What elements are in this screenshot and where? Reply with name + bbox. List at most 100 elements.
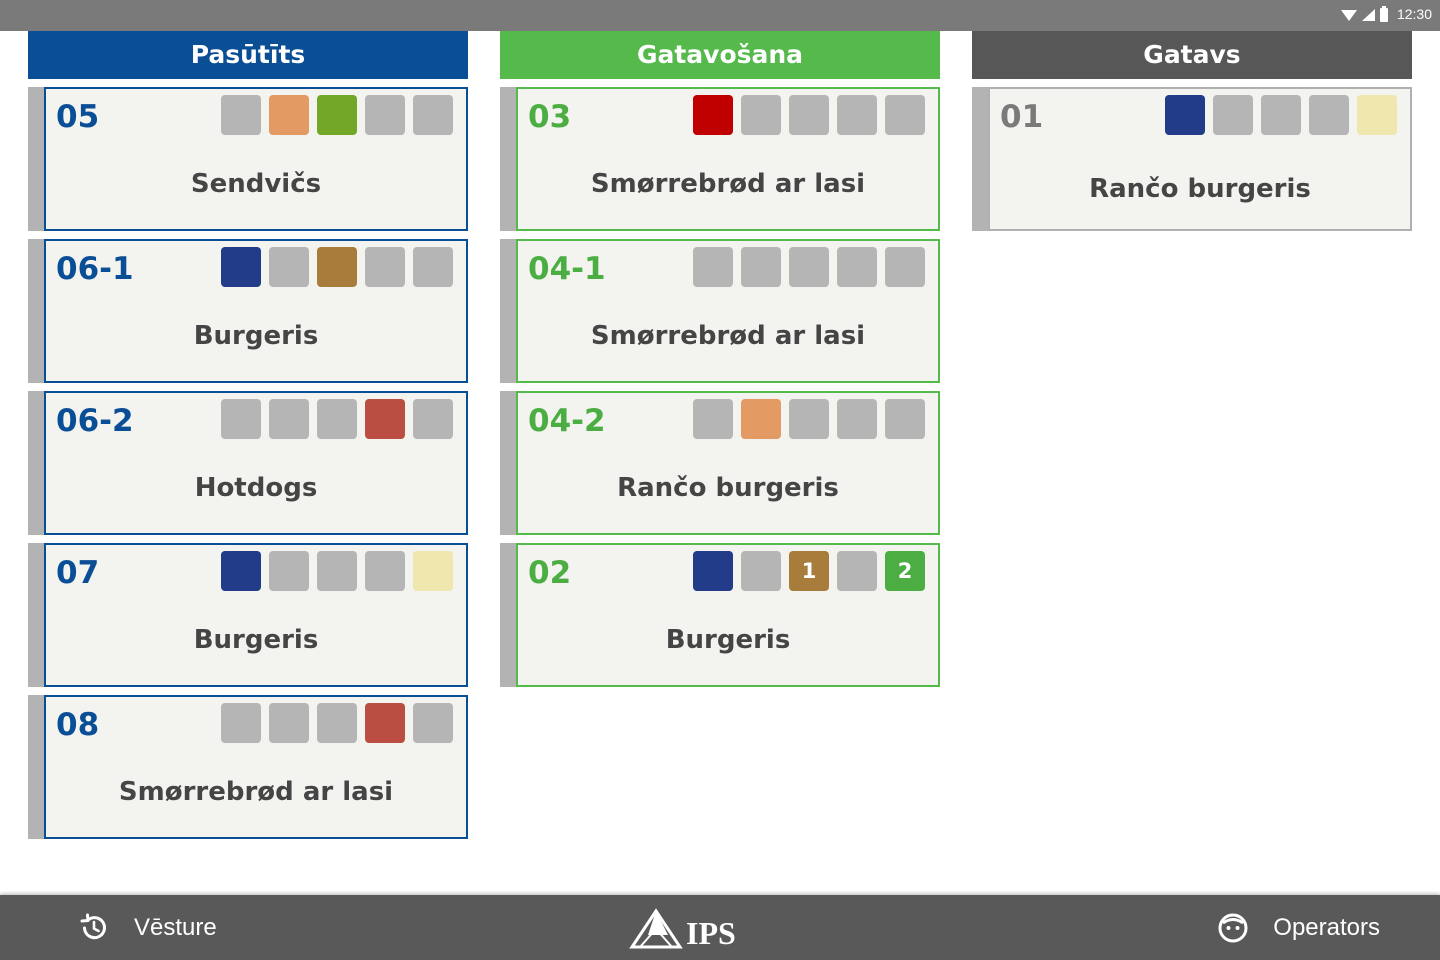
order-card[interactable]: 04-1 Smørrebrød ar lasi (500, 239, 940, 383)
operator-button[interactable]: Operators (1217, 895, 1380, 960)
ingredient-indicator (837, 95, 877, 135)
order-card[interactable]: 07 Burgeris (28, 543, 468, 687)
order-card[interactable]: 01 Rančo burgeris (972, 87, 1412, 231)
status-icons: 12:30 (1340, 4, 1432, 24)
ingredient-indicator (1165, 95, 1205, 135)
ingredient-indicators (693, 399, 925, 439)
order-number: 03 (528, 99, 572, 135)
order-card-body: 02 1 2 Burgeris (516, 543, 940, 687)
ingredient-indicator (365, 95, 405, 135)
column-cooking: Gatavošana 03 Smørrebrød ar lasi 04-1 Smørr… (500, 31, 940, 695)
order-number: 02 (528, 555, 572, 591)
ingredient-indicator (221, 95, 261, 135)
dish-name: Rančo burgeris (1089, 174, 1311, 204)
order-cards: 05 Sendvičs 06-1 Burgeris 06-2 Hotdogs 07 Burge… (28, 87, 468, 839)
order-number: 07 (56, 555, 100, 591)
order-card[interactable]: 05 Sendvičs (28, 87, 468, 231)
ingredient-indicators (221, 703, 453, 743)
dish-name: Smørrebrød ar lasi (590, 321, 866, 351)
ingredient-indicator (365, 703, 405, 743)
ingredient-indicators (221, 551, 453, 591)
ingredient-indicator (365, 399, 405, 439)
ingredient-indicator (269, 95, 309, 135)
ingredient-indicator (693, 247, 733, 287)
column-header-cooking: Gatavošana (500, 31, 940, 79)
order-card-body: 04-1 Smørrebrød ar lasi (516, 239, 940, 383)
ingredient-indicator (885, 247, 925, 287)
order-number: 05 (56, 99, 100, 135)
ingredient-indicators (221, 247, 453, 287)
order-card-body: 01 Rančo burgeris (988, 87, 1412, 231)
column-header-ready: Gatavs (972, 31, 1412, 79)
order-card-body: 03 Smørrebrød ar lasi (516, 87, 940, 231)
ingredient-indicator (365, 551, 405, 591)
order-card[interactable]: 04-2 Rančo burgeris (500, 391, 940, 535)
ingredient-indicator (693, 95, 733, 135)
ingredient-indicators (693, 247, 925, 287)
order-card-body: 04-2 Rančo burgeris (516, 391, 940, 535)
order-card[interactable]: 06-1 Burgeris (28, 239, 468, 383)
ingredient-indicator (269, 247, 309, 287)
ingredient-indicator (837, 399, 877, 439)
ingredient-indicators (221, 399, 453, 439)
dish-name: Smørrebrød ar lasi (590, 169, 866, 199)
column-ready: Gatavs 01 Rančo burgeris (972, 31, 1412, 239)
ingredient-indicator (413, 551, 453, 591)
bottom-bar: Vēsture IPS Operators (0, 895, 1440, 960)
ingredient-indicator (693, 551, 733, 591)
history-icon (80, 913, 106, 939)
ingredient-indicator (221, 551, 261, 591)
ingredient-indicator (837, 551, 877, 591)
ingredient-indicator (741, 551, 781, 591)
ingredient-indicator: 2 (885, 551, 925, 591)
order-card[interactable]: 08 Smørrebrød ar lasi (28, 695, 468, 839)
order-card[interactable]: 06-2 Hotdogs (28, 391, 468, 535)
ingredient-indicator (269, 703, 309, 743)
ingredient-indicator (789, 399, 829, 439)
ingredient-indicator (693, 399, 733, 439)
ingredient-indicators (1165, 95, 1397, 135)
ingredient-indicator (317, 399, 357, 439)
order-card[interactable]: 02 1 2 Burgeris (500, 543, 940, 687)
dish-name: Sendvičs (190, 169, 322, 199)
order-cards: 01 Rančo burgeris (972, 87, 1412, 231)
ingredient-indicator (741, 95, 781, 135)
ingredient-indicator (885, 95, 925, 135)
history-button[interactable]: Vēsture (78, 895, 217, 960)
order-number: 06-2 (56, 403, 134, 439)
dish-name: Burgeris (193, 625, 319, 655)
ingredient-indicator (221, 399, 261, 439)
order-card[interactable]: 03 Smørrebrød ar lasi (500, 87, 940, 231)
status-clock: 12:30 (1396, 6, 1432, 22)
ingredient-indicator (365, 247, 405, 287)
ips-logo-text: IPS (686, 915, 736, 951)
order-number: 08 (56, 707, 100, 743)
ingredient-indicator (741, 247, 781, 287)
history-label: Vēsture (134, 913, 217, 941)
ingredient-indicators: 12 (693, 551, 925, 591)
order-number: 01 (1000, 99, 1044, 135)
order-card-body: 05 Sendvičs (44, 87, 468, 231)
ingredient-indicator (789, 247, 829, 287)
ingredient-indicator (741, 399, 781, 439)
dish-name: Burgeris (193, 321, 319, 351)
order-card-body: 08 Smørrebrød ar lasi (44, 695, 468, 839)
signal-icon (1361, 9, 1375, 21)
column-ordered: Pasūtīts 05 Sendvičs 06-1 Burgeris 06-2 Hotdo… (28, 31, 468, 847)
ingredient-indicator (1261, 95, 1301, 135)
ips-logo-icon (629, 908, 683, 949)
order-card-body: 07 Burgeris (44, 543, 468, 687)
ingredient-indicator: 1 (789, 551, 829, 591)
ingredient-indicator (837, 247, 877, 287)
ingredient-indicators (693, 95, 925, 135)
ingredient-indicator (317, 551, 357, 591)
ingredient-indicator (885, 399, 925, 439)
ingredient-indicator (789, 95, 829, 135)
ingredient-indicator (413, 399, 453, 439)
ingredient-indicator (221, 703, 261, 743)
ingredient-indicators (221, 95, 453, 135)
dish-name: Burgeris (665, 625, 791, 655)
order-cards: 03 Smørrebrød ar lasi 04-1 Smørrebrød ar la… (500, 87, 940, 687)
operator-label: Operators (1273, 913, 1380, 941)
ips-logo: IPS (628, 903, 736, 951)
